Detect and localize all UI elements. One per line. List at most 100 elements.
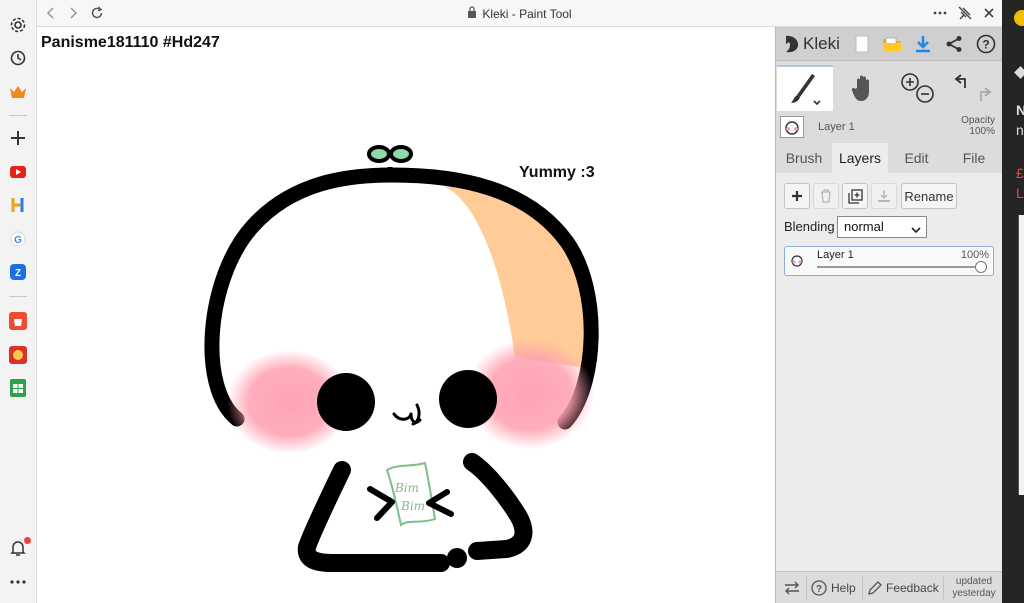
unpin-icon[interactable] [955,4,975,22]
trash-icon [821,189,831,203]
sprout-left-leaf [367,145,391,163]
foot-dot [447,548,467,568]
kleki-logo-icon [786,35,799,53]
zalo-icon[interactable]: Z [8,262,28,282]
adjacent-content-strip [1018,215,1024,495]
feedback-button[interactable]: Feedback [868,572,939,603]
help-circle-icon: ? [811,580,827,596]
panel-footer: ? Help Feedback updated yesterday [776,571,1003,603]
canvas-artwork: Bim Bim [204,145,599,572]
panel-tabs: Brush Layers Edit File [776,143,1003,173]
open-folder-icon[interactable] [880,32,904,56]
help-icon[interactable]: ? [974,32,998,56]
layer-item-opacity: 100% [960,249,989,261]
sprout-right-leaf [389,145,413,163]
sheets-icon[interactable] [8,378,28,398]
layer-opacity-slider[interactable] [817,261,987,273]
svg-text:G: G [14,235,22,246]
updated-info[interactable]: updated yesterday [946,576,1002,600]
tab-brush[interactable]: Brush [776,143,832,173]
h-app-icon[interactable] [8,195,28,215]
slider-handle[interactable] [975,261,987,273]
layer-item-name: Layer 1 [817,249,854,261]
google-icon[interactable]: G [8,229,28,249]
more-menu-icon[interactable] [930,4,950,22]
zoom-in-icon [901,73,919,91]
blending-select[interactable]: normal [837,216,927,238]
new-image-icon[interactable] [850,32,874,56]
shopee-icon[interactable] [8,311,28,331]
left-hand [367,486,395,521]
help-button[interactable]: ? Help [811,572,856,603]
plus-icon [792,191,802,201]
merge-layer-button[interactable] [871,183,897,209]
opacity-readout: Opacity 100% [961,115,995,137]
more-icon[interactable] [8,572,28,592]
back-button[interactable] [41,4,61,22]
zoom-buttons [892,65,942,111]
layer-list-item[interactable]: Layer 1 100% [784,246,994,276]
left-arm [297,461,450,572]
tab-file[interactable]: File [945,143,1003,173]
right-eye [439,370,497,428]
hand-icon [851,75,869,101]
drawing-canvas[interactable]: Bim Bim Panisme181110 #Hd247 Yummy :3 [37,27,775,603]
svg-text:?: ? [816,584,822,595]
settings-icon[interactable] [8,15,28,35]
toggle-panel-side-button[interactable] [784,572,800,603]
active-layer-preview: Layer 1 Opacity 100% [776,113,1003,141]
blending-label: Blending [784,219,835,234]
adjacent-window-edge: N n £ L [1002,0,1024,603]
layer-preview-name: Layer 1 [818,121,855,133]
delete-layer-button[interactable] [813,183,839,209]
brush-tool-button[interactable] [777,65,833,111]
pencil-icon [868,581,882,595]
browser-titlebar: Kleki - Paint Tool [37,0,1002,27]
history-icon[interactable] [8,48,28,68]
layer-thumbnail[interactable] [780,116,804,138]
layers-tab-content: Rename Blending normal Layer 1 100% [776,173,1003,571]
kleki-logo[interactable]: Kleki [783,32,840,56]
close-icon[interactable] [979,4,999,22]
mouth [392,403,422,426]
undo-icon [954,74,966,88]
duplicate-layer-button[interactable] [842,183,868,209]
hand-tool-button[interactable] [836,65,892,111]
lock-icon [467,6,477,21]
undo-redo-buttons [946,65,1000,111]
brush-icon [791,74,821,106]
app-logo-icon [1014,10,1024,26]
share-icon[interactable] [942,32,966,56]
sidebar-separator [9,296,27,297]
plus-icon[interactable] [8,128,28,148]
crown-icon[interactable] [8,82,28,102]
svg-text:Z: Z [15,268,21,279]
screen: G Z Kleki - Paint Tool Bim Bim Panisme18… [0,0,1024,603]
diamond-icon [1014,66,1024,79]
rename-layer-button[interactable]: Rename [901,183,957,209]
tab-layers[interactable]: Layers [832,143,888,173]
window-title: Kleki - Paint Tool [37,6,1002,21]
right-arm [463,453,533,560]
sidebar-separator [9,115,27,116]
browser-sidebar: G Z [0,0,37,603]
right-hand [426,489,454,517]
game-icon[interactable] [8,345,28,365]
tool-row [776,65,1003,111]
duplicate-icon [847,188,863,204]
youtube-icon[interactable] [8,162,28,182]
tab-edit[interactable]: Edit [888,143,945,173]
download-icon[interactable] [911,32,935,56]
zoom-out-icon [916,85,934,103]
add-layer-button[interactable] [784,183,810,209]
bag-text-2: Bim [400,499,425,513]
redo-icon [980,87,992,101]
reload-button[interactable] [87,4,107,22]
panel-header: Kleki ? [776,27,1003,61]
chevron-down-icon [911,221,921,241]
canvas-note-text: Yummy :3 [519,164,595,181]
forward-button[interactable] [63,4,83,22]
swap-arrows-icon [785,581,799,595]
canvas-title-text: Panisme181110 #Hd247 [41,34,220,51]
merge-down-icon [878,190,890,202]
